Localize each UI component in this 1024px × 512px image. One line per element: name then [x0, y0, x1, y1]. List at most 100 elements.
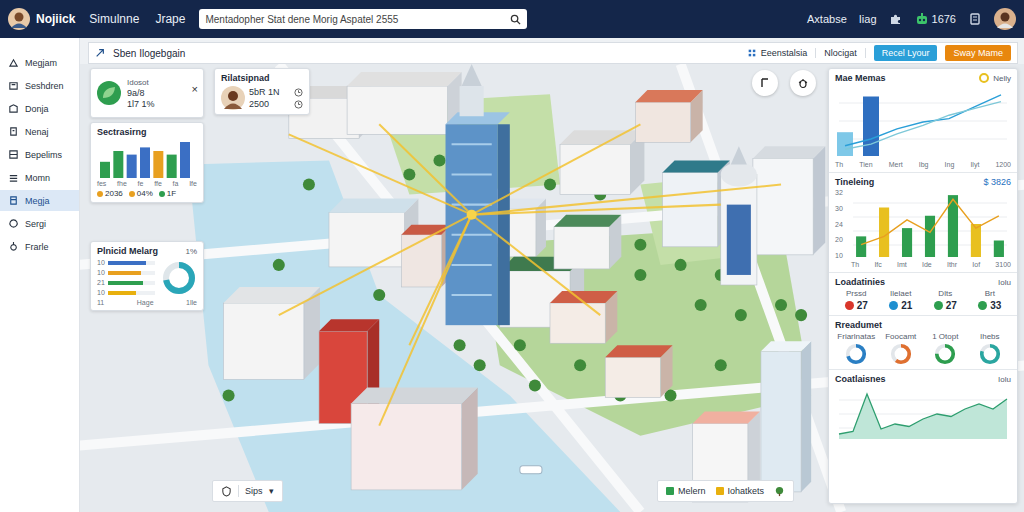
brand[interactable]: Nojiick: [8, 8, 75, 30]
x-label: Th: [835, 161, 843, 168]
layer-label: Sips: [245, 486, 263, 496]
legend-swatch: [716, 487, 724, 495]
tree: [544, 179, 556, 191]
building[interactable]: [554, 215, 621, 269]
trend-bar[interactable]: [902, 228, 912, 257]
central-tower[interactable]: [446, 64, 510, 325]
header-counter[interactable]: 1676: [915, 12, 956, 26]
sidebar-label: Momn: [25, 173, 50, 183]
toolbar-link[interactable]: Nlocigat: [824, 48, 866, 58]
sidebar-item[interactable]: Nenaj: [0, 121, 79, 142]
load-item[interactable]: Prssd27: [835, 289, 878, 311]
bar[interactable]: [180, 142, 190, 178]
trend-body: 3230242010: [835, 189, 1011, 259]
bar[interactable]: [140, 147, 150, 178]
load-item[interactable]: Ilelaet21: [880, 289, 923, 311]
building[interactable]: [761, 341, 811, 492]
building[interactable]: [351, 387, 478, 489]
stat: 1F: [159, 189, 176, 198]
readout-item[interactable]: Foocamt: [880, 332, 923, 365]
sidebar-item[interactable]: Megja: [0, 190, 79, 211]
tick-label: 10: [835, 252, 848, 259]
rocket-tower[interactable]: [721, 146, 757, 285]
menu-icon: [8, 103, 19, 114]
bar[interactable]: [127, 155, 137, 178]
building[interactable]: [662, 160, 729, 246]
document-icon[interactable]: [968, 12, 982, 26]
tree: [675, 259, 687, 271]
toolbar-button[interactable]: Recel Lyour: [874, 45, 938, 61]
sidebar-label: Bepelims: [25, 150, 62, 160]
readouts-header: Rreadumet: [835, 320, 1011, 330]
tree: [735, 309, 747, 321]
puzzle-icon[interactable]: [889, 12, 903, 26]
trend-bar[interactable]: [925, 216, 935, 257]
tick-label: 24: [835, 221, 848, 228]
map-button[interactable]: [752, 70, 778, 96]
building[interactable]: [753, 146, 825, 254]
building[interactable]: [347, 72, 462, 134]
sidebar-item[interactable]: Donja: [0, 98, 79, 119]
building[interactable]: [635, 90, 702, 142]
user-avatar-icon[interactable]: [994, 8, 1016, 30]
avatar-body-icon: [11, 24, 27, 29]
load-item[interactable]: Brt33: [969, 289, 1012, 311]
x-label: Iof: [972, 261, 980, 268]
readout-label: 1 Otopt: [932, 332, 958, 341]
trend-bar[interactable]: [879, 208, 889, 258]
x-label: Ilyt: [970, 161, 979, 168]
close-button[interactable]: ×: [192, 83, 198, 95]
header-link[interactable]: Iiag: [859, 13, 877, 25]
building[interactable]: [605, 345, 672, 397]
bar[interactable]: [113, 151, 123, 178]
legend-ring: [979, 73, 989, 83]
sidebar-item[interactable]: Momn: [0, 167, 79, 188]
load-item[interactable]: Dlts 27: [924, 289, 967, 311]
readout-item[interactable]: Ihebs: [969, 332, 1012, 365]
readout-item[interactable]: Friarlnatas: [835, 332, 878, 365]
trend-bar[interactable]: [994, 241, 1004, 258]
bar[interactable]: [100, 162, 110, 178]
device-icon: [759, 77, 771, 89]
sidebar-item[interactable]: Seshdren: [0, 75, 79, 96]
trend-title: Tineleing: [835, 177, 874, 187]
legend-item[interactable]: Iohatkets: [716, 486, 765, 496]
header-link[interactable]: Axtabse: [807, 13, 847, 25]
search-field[interactable]: Mentadopher Stat dene Morig Aspatel 2555: [199, 9, 527, 29]
sidebar-label: Nenaj: [25, 127, 49, 137]
load-label: Dlts: [938, 289, 952, 298]
menu-icon: [8, 80, 19, 91]
toolbar-button[interactable]: Sway Mame: [945, 45, 1011, 61]
load-value: 27: [946, 300, 957, 311]
building[interactable]: [550, 291, 617, 343]
trend-bar[interactable]: [856, 236, 866, 257]
sidebar-item[interactable]: Frarle: [0, 236, 79, 257]
legend-item[interactable]: Melern: [666, 486, 706, 496]
nav-item[interactable]: Simulnne: [89, 12, 139, 26]
sidebar-item[interactable]: Megjam: [0, 52, 79, 73]
sidebar-item[interactable]: Sergi: [0, 213, 79, 234]
tree: [474, 359, 486, 371]
load-dot: [845, 301, 854, 310]
nav-item[interactable]: Jrape: [155, 12, 185, 26]
mix-row: 10: [97, 259, 155, 266]
menu-icon: [8, 241, 19, 252]
x-label: Ibg: [919, 161, 929, 168]
mix-footer-label: 11: [97, 299, 104, 306]
readout-label: Foocamt: [885, 332, 916, 341]
kpi-bar[interactable]: [863, 97, 879, 157]
layer-control[interactable]: Sips▾: [212, 480, 283, 502]
sidebar-item[interactable]: Bepelims: [0, 144, 79, 165]
building[interactable]: [560, 130, 644, 194]
map-button[interactable]: [790, 70, 816, 96]
stat-value: 2036: [105, 189, 123, 198]
sidebar-label: Donja: [25, 104, 49, 114]
readout-item[interactable]: 1 Otopt: [924, 332, 967, 365]
toolbar-link[interactable]: Eeenstalsia: [747, 48, 817, 58]
trend-line: [861, 199, 999, 244]
bar[interactable]: [167, 155, 177, 178]
mix-footer: 11Hage1lle: [97, 299, 197, 306]
bar[interactable]: [153, 151, 163, 178]
readout-donut: [890, 343, 912, 365]
trend-bar[interactable]: [971, 224, 981, 257]
